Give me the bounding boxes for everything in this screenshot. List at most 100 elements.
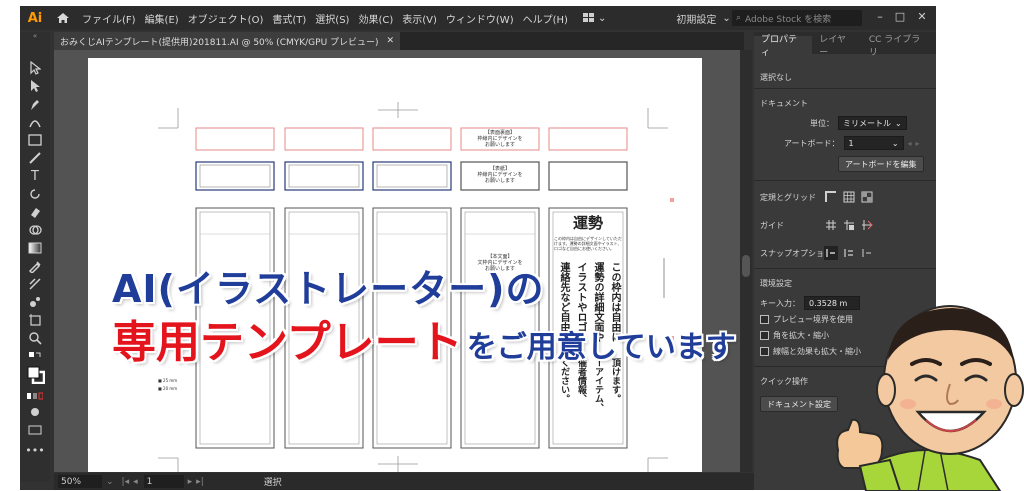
direct-selection-tool-icon[interactable] [27,78,43,94]
selection-tool-icon[interactable] [27,60,43,76]
document-setup-row: ドキュメント設定 [760,396,838,412]
preview-bounds-checkbox[interactable] [760,315,769,324]
snap-to-pixel-icon[interactable] [842,246,856,260]
menu-view[interactable]: 表示(V) [402,11,437,26]
unit-value: ミリメートル [843,118,891,128]
chevron-down-icon[interactable]: ⌄ [106,477,114,487]
color-modes-icon[interactable] [27,388,43,404]
search-icon: ⌕ [736,13,742,23]
show-guides-icon[interactable] [824,218,838,232]
scale-strokes-checkbox[interactable] [760,347,769,356]
lock-guides-icon[interactable] [842,218,856,232]
first-page-icon[interactable]: |◂ [122,477,130,487]
chevron-down-icon: ⌄ [891,138,899,148]
screen-mode-icon[interactable] [27,422,43,438]
scale-corners-label: 角を拡大・縮小 [773,331,829,340]
menu-select[interactable]: 選択(S) [315,11,349,26]
edit-artboard-button[interactable]: アートボードを編集 [838,156,924,172]
scale-corners-checkbox[interactable] [760,331,769,340]
unit-row: 単位： ミリメートル ⌄ [810,116,907,130]
collapse-icon[interactable]: « [20,32,50,44]
shape-builder-tool-icon[interactable] [27,222,43,238]
snap-to-glyph-icon[interactable] [860,246,874,260]
divider [754,180,936,181]
rulers-grid-row: 定規とグリッド [760,190,874,204]
minimize-icon[interactable]: – [872,10,888,23]
tools-panel: « T ••• [20,32,50,482]
template-label-cover: 【表紙】 枠線内にデザインを お願いします [477,166,523,184]
eyedropper-tool-icon[interactable] [27,258,43,274]
prev-artboard-icon[interactable]: ◂ [908,139,912,148]
ruler-icon[interactable] [824,190,838,204]
tab-layers[interactable]: レイヤー [812,35,862,58]
divider [754,268,936,269]
maximize-icon[interactable]: □ [892,10,908,23]
chevron-down-icon: ⌄ [722,12,731,24]
illustrator-window: Ai ファイル(F) 編集(E) オブジェクト(O) 書式(T) 選択(S) 効… [20,6,936,490]
prev-page-icon[interactable]: ◂ [133,477,138,487]
artboard-tool-icon[interactable] [27,312,43,328]
menu-object[interactable]: オブジェクト(O) [188,11,264,26]
fortune-note: この枠内は自由にデザインしていただけます。運勢の詳細文面やイラスト、ロゴなど自由… [554,236,622,251]
menu-file[interactable]: ファイル(F) [82,11,136,26]
workspace-switcher[interactable]: 初期設定 ⌄ [676,11,730,26]
transparency-grid-icon[interactable] [860,190,874,204]
rotate-tool-icon[interactable] [27,186,43,202]
paintbrush-tool-icon[interactable] [27,150,43,166]
fill-stroke-swatch[interactable] [27,366,45,384]
snap-to-point-icon[interactable] [824,246,838,260]
arrange-documents-icon[interactable]: ⌄ [582,13,606,24]
document-tab-title: おみくじAIテンプレート(提供用)201811.AI @ 50% (CMYK/G… [60,37,379,48]
draw-mode-icon[interactable] [27,404,43,420]
artboard-row: アートボード： 1 ⌄ ◂ ▸ [784,136,920,150]
last-page-icon[interactable]: ▸| [196,477,204,487]
zoom-level-field[interactable]: 50% [58,475,102,488]
document-tab[interactable]: おみくじAIテンプレート(提供用)201811.AI @ 50% (CMYK/G… [54,32,401,50]
artboard-number-field[interactable]: 1 [143,475,184,488]
artboard-dropdown[interactable]: 1 ⌄ [843,136,904,150]
menu-help[interactable]: ヘルプ(H) [523,11,568,26]
selection-status: 選択なし [760,73,792,82]
type-tool-icon[interactable]: T [27,168,43,184]
menu-window[interactable]: ウィンドウ(W) [446,11,514,26]
gradient-tool-icon[interactable] [27,240,43,256]
document-setup-button[interactable]: ドキュメント設定 [760,396,838,412]
next-page-icon[interactable]: ▸ [188,477,193,487]
pen-tool-icon[interactable] [27,96,43,112]
symbol-sprayer-tool-icon[interactable] [27,294,43,310]
smart-guides-icon[interactable] [860,218,874,232]
blend-tool-icon[interactable] [27,276,43,292]
template-label-front: 【表面裏面】 枠線内にデザインを お願いします [477,130,523,148]
eraser-tool-icon[interactable] [27,204,43,220]
grid-icon[interactable] [842,190,856,204]
key-increment-label: キー入力： [760,298,800,308]
fortune-column: 催者情報、 [576,358,586,403]
scrollbar-thumb[interactable] [742,255,750,277]
divider [754,88,936,89]
size-caption: ■ 20 mm [158,386,178,391]
close-icon[interactable]: ✕ [914,10,930,23]
zoom-tool-icon[interactable] [27,330,43,346]
curvature-tool-icon[interactable] [27,114,43,130]
unit-dropdown[interactable]: ミリメートル ⌄ [838,116,907,130]
menu-edit[interactable]: 編集(E) [145,11,179,26]
stock-search-input[interactable]: ⌕ Adobe Stock を検索 [732,10,862,26]
menu-type[interactable]: 書式(T) [272,11,306,26]
more-tools-icon[interactable]: ••• [25,442,44,458]
status-mode[interactable]: 選択 [264,475,282,488]
tab-properties[interactable]: プロパティ [754,35,813,58]
swap-fill-stroke-icon[interactable] [27,348,43,364]
next-artboard-icon[interactable]: ▸ [916,139,920,148]
page-value: 1 [146,476,153,487]
scale-corners-row: 角を拡大・縮小 [760,330,829,341]
rectangle-tool-icon[interactable] [27,132,43,148]
artboard-value: 1 [848,138,854,148]
headline-line2-highlight: 専用テンプレート [112,317,463,368]
app-logo: Ai [27,10,43,26]
chevron-down-icon: ⌄ [895,118,902,128]
close-tab-icon[interactable]: ✕ [387,36,395,46]
tab-cc-libraries[interactable]: CC ライブラリ [862,35,936,58]
home-icon[interactable] [54,9,72,27]
vertical-scrollbar[interactable] [740,50,752,472]
menu-effect[interactable]: 効果(C) [358,11,393,26]
